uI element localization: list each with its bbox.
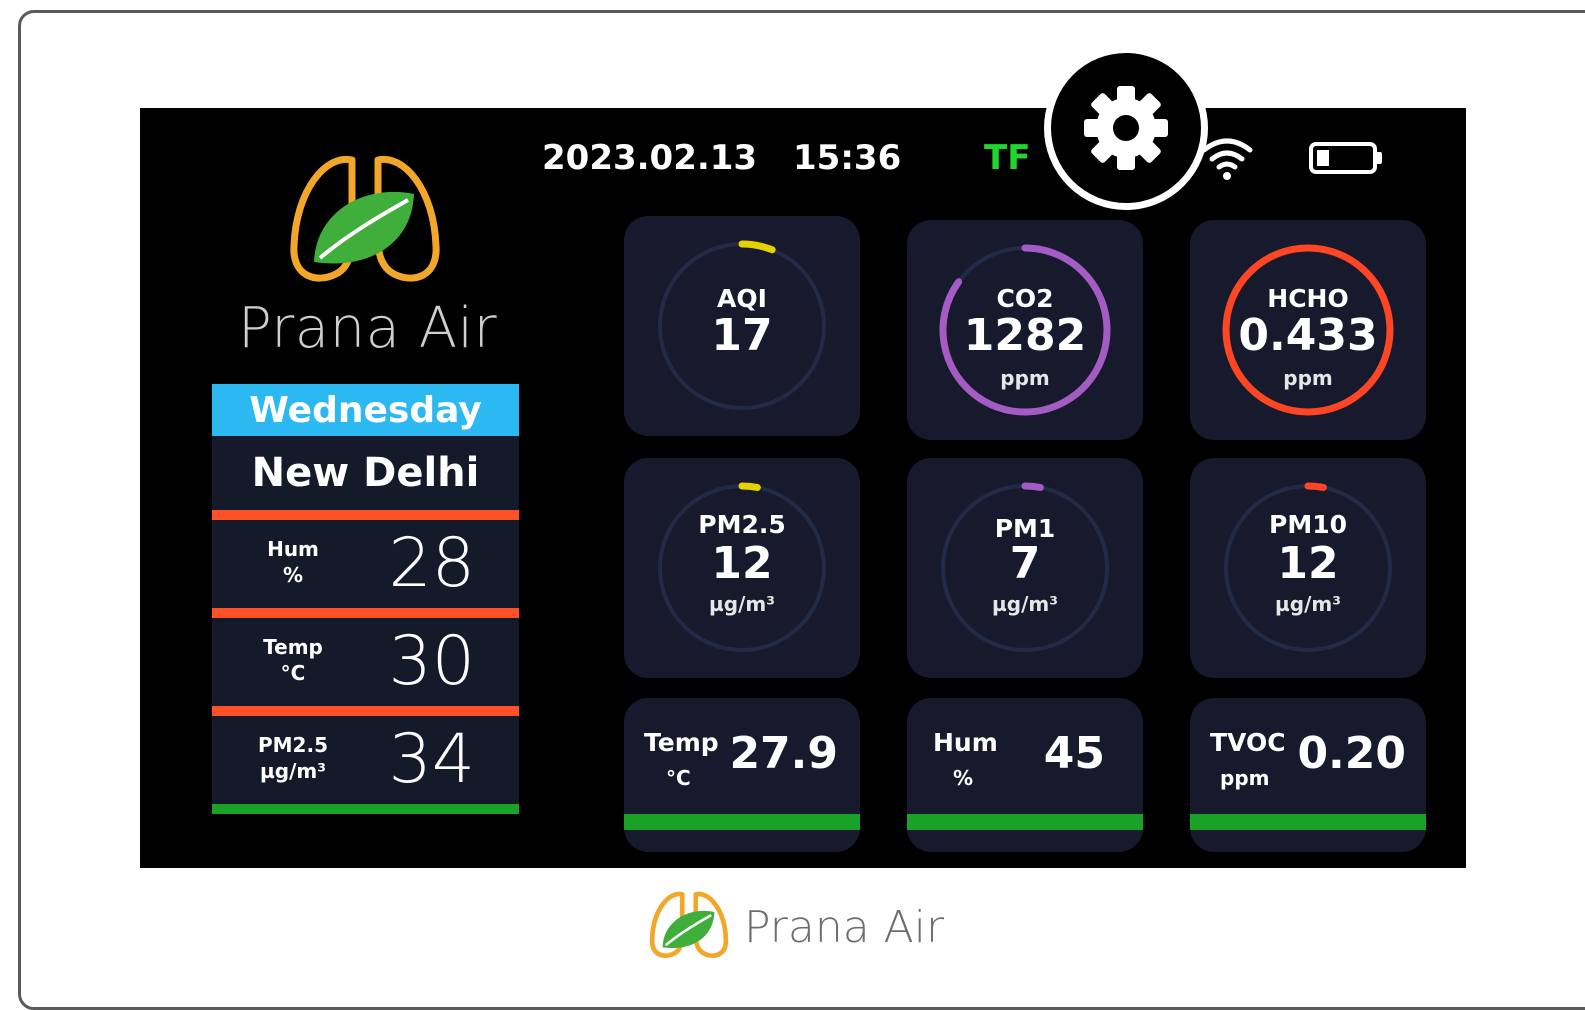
gauge-value: 0.433 (1238, 310, 1378, 361)
row-value: 28 (388, 524, 475, 603)
mini-unit: ppm (1220, 766, 1270, 790)
pm10-gauge-card[interactable]: PM10 12 µg/m³ (1190, 458, 1426, 678)
gear-icon (1084, 86, 1168, 170)
status-bar-orange (212, 510, 519, 520)
status-date: 2023.02.13 (542, 138, 758, 178)
status-time: 15:36 (793, 138, 902, 178)
settings-button[interactable] (1044, 46, 1208, 210)
co2-gauge-card[interactable]: CO2 1282 ppm (907, 220, 1143, 440)
weekday-label: Wednesday (212, 384, 519, 436)
mini-value: 27.9 (729, 728, 838, 779)
mini-label: Hum (933, 728, 998, 757)
indoor-humidity-card[interactable]: Hum % 45 (907, 698, 1143, 852)
pm1-gauge-card[interactable]: PM1 7 µg/m³ (907, 458, 1143, 678)
status-bar-green (907, 814, 1143, 830)
gauge-label: HCHO (1267, 284, 1349, 313)
location-panel: Wednesday New Delhi Hum% 28 Temp °C 30 PM… (212, 384, 519, 814)
status-bar-orange (212, 706, 519, 716)
outdoor-humidity-row: Hum% 28 (212, 520, 519, 608)
row-label: Hum% (267, 537, 319, 587)
mini-value: 0.20 (1297, 728, 1406, 779)
row-label: PM2.5 µg/m³ (258, 733, 328, 783)
status-bar-green (1190, 814, 1426, 830)
row-value: 34 (388, 720, 475, 799)
row-label: Temp °C (263, 635, 323, 685)
indoor-temp-card[interactable]: Temp °C 27.9 (624, 698, 860, 852)
gauge-unit: µg/m³ (992, 592, 1058, 616)
battery-icon (1309, 142, 1382, 174)
mini-label: TVOC (1210, 728, 1286, 757)
gauge-unit: µg/m³ (1275, 592, 1341, 616)
footer-logo-icon (649, 891, 729, 958)
status-mode: TF (984, 138, 1031, 178)
row-value: 30 (388, 622, 475, 701)
pm25-gauge-card[interactable]: PM2.5 12 µg/m³ (624, 458, 860, 678)
gauge-value: 12 (1277, 538, 1339, 589)
aqi-gauge-card[interactable]: AQI 17 (624, 216, 860, 436)
status-bar-green (624, 814, 860, 830)
gauge-level-arc (1304, 482, 1327, 491)
gauge-label: PM2.5 (698, 510, 786, 539)
gauge-level-arc (1021, 482, 1044, 491)
gauge-label: CO2 (996, 284, 1054, 313)
footer-brand-name: Prana Air (744, 902, 945, 953)
mini-unit: % (953, 766, 974, 790)
gauge-label: AQI (717, 284, 767, 313)
outdoor-temp-row: Temp °C 30 (212, 618, 519, 706)
gauge-level-arc (738, 482, 761, 491)
gauge-unit: ppm (1000, 366, 1050, 390)
brand-name: Prana Air (238, 296, 498, 361)
gauge-unit: ppm (1283, 366, 1333, 390)
hcho-gauge-card[interactable]: HCHO 0.433 ppm (1190, 220, 1426, 440)
status-bar-orange (212, 608, 519, 618)
gauge-value: 12 (711, 538, 773, 589)
gauge-label: PM10 (1269, 510, 1347, 539)
gauge-unit: µg/m³ (709, 592, 775, 616)
prana-air-logo-icon (290, 155, 440, 282)
mini-unit: °C (666, 766, 691, 790)
status-bar-green (212, 804, 519, 814)
mini-value: 45 (1043, 728, 1105, 779)
outdoor-pm25-row: PM2.5 µg/m³ 34 (212, 716, 519, 804)
gauge-value: 7 (1009, 538, 1041, 589)
gauge-value: 17 (711, 310, 773, 361)
gauge-value: 1282 (963, 310, 1087, 361)
tvoc-card[interactable]: TVOC ppm 0.20 (1190, 698, 1426, 852)
gauge-level-arc (738, 240, 776, 254)
mini-label: Temp (644, 728, 719, 757)
wifi-icon (1201, 138, 1253, 180)
city-label: New Delhi (212, 436, 519, 510)
